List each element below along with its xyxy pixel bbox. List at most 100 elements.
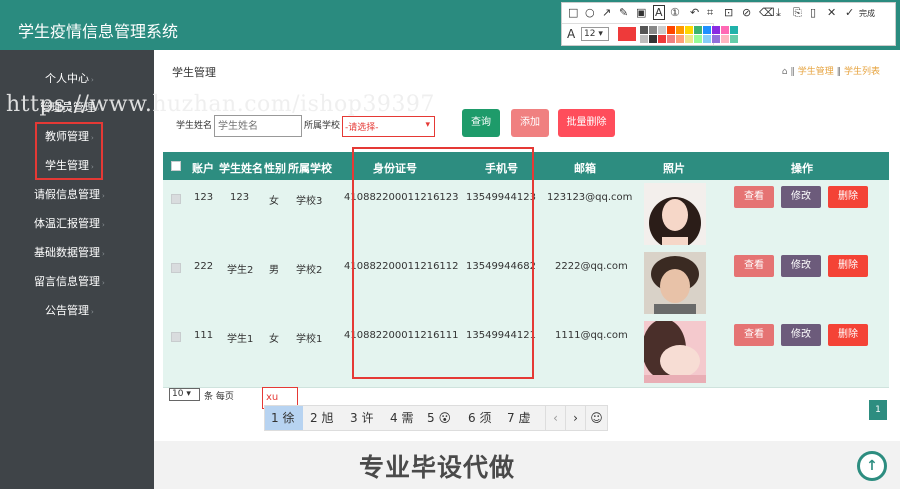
school-filter-select[interactable]: -请选择- ▾ [342,116,435,137]
font-size-select[interactable]: 12 ▾ [581,27,609,41]
ime-candidate[interactable]: 5 😮 [427,406,451,430]
ime-candidate[interactable]: 4 需 [390,406,413,430]
breadcrumb-link-list[interactable]: 学生列表 [844,67,880,77]
breadcrumb-link-students[interactable]: 学生管理 [798,67,834,77]
page-size-value: 10 [172,389,184,399]
sidebar-item-label: 体温汇报管理 [34,217,100,230]
color-swatch[interactable] [694,35,702,43]
sidebar-item-notice[interactable]: 公告管理 › [45,302,94,318]
phone-icon[interactable]: ▯ [810,6,816,19]
batch-delete-button[interactable]: 批量删除 [558,109,615,137]
edit-button[interactable]: 修改 [781,186,821,208]
breadcrumb-sep: ‖ [790,67,795,77]
done-button[interactable]: 完成 [859,8,875,19]
sidebar-item-temperature[interactable]: 体温汇报管理 › [34,215,105,231]
view-button[interactable]: 查看 [734,255,774,277]
cell-account: 222 [194,261,214,272]
row-checkbox[interactable] [171,194,181,204]
per-page-label: 条 每页 [204,392,234,402]
download-icon[interactable]: ⤓ [776,6,781,20]
color-swatch[interactable] [721,26,729,34]
sidebar-item-message[interactable]: 留言信息管理 › [34,273,105,289]
eraser-icon[interactable]: ⌫ [759,6,775,19]
color-swatch[interactable] [649,26,657,34]
color-swatch[interactable] [712,35,720,43]
ime-next-icon[interactable]: › [565,406,585,430]
edit-button[interactable]: 修改 [781,324,821,346]
color-swatch[interactable] [676,26,684,34]
mosaic-icon[interactable]: ▣ [636,6,646,19]
student-photo [644,183,706,245]
name-filter-input[interactable] [214,115,302,137]
color-swatch[interactable] [694,26,702,34]
student-photo [644,321,706,383]
ime-candidate[interactable]: 3 许 [350,406,373,430]
app-title: 学生疫情信息管理系统 [18,22,179,41]
color-swatch[interactable] [712,26,720,34]
view-button[interactable]: 查看 [734,324,774,346]
undo-icon[interactable]: ↶ [690,6,699,19]
rect-icon[interactable]: □ [568,6,578,19]
sidebar-item-basedata[interactable]: 基础数据管理 › [34,244,105,260]
cell-name: 学生1 [227,334,254,345]
step-icon[interactable]: ① [670,6,680,19]
ime-candidate[interactable]: 6 须 [468,406,491,430]
font-size-value: 12 [584,29,596,39]
color-swatch[interactable] [667,26,675,34]
row-checkbox[interactable] [171,263,181,273]
color-swatch[interactable] [685,26,693,34]
page-size-select[interactable]: 10 ▾ [169,388,200,401]
ime-prev-icon[interactable]: ‹ [545,406,565,430]
color-swatch[interactable] [649,35,657,43]
delete-button[interactable]: 删除 [828,186,868,208]
color-swatch[interactable] [667,35,675,43]
color-swatch[interactable] [640,26,648,34]
sidebar-item-label: 留言信息管理 [34,275,100,288]
add-button[interactable]: 添加 [511,109,549,137]
close-icon[interactable]: ✕ [827,6,836,19]
col-account: 账户 [192,162,214,175]
current-color-swatch[interactable] [618,27,636,41]
pin-icon[interactable]: ⊡ [724,6,733,19]
color-swatch[interactable] [658,35,666,43]
home-icon[interactable]: ⌂ [782,67,788,77]
row-checkbox[interactable] [171,332,181,342]
arrow-icon[interactable]: ↗ [602,6,611,19]
color-swatch[interactable] [640,35,648,43]
check-icon[interactable]: ✓ [845,6,854,19]
pen-icon[interactable]: ✎ [619,6,628,19]
current-page-button[interactable]: 1 [869,400,887,420]
crop-icon[interactable]: ⌗ [707,6,713,20]
ime-candidate[interactable]: 2 旭 [310,406,333,430]
sidebar-item-label: 公告管理 [45,304,89,317]
chevron-down-icon: ▾ [425,120,430,130]
select-all-checkbox[interactable] [171,161,181,171]
color-swatch[interactable] [730,35,738,43]
color-swatch[interactable] [658,26,666,34]
copy-icon[interactable]: ⎘ [793,6,802,20]
edit-button[interactable]: 修改 [781,255,821,277]
color-swatch[interactable] [730,26,738,34]
ime-candidate[interactable]: 7 虚 [507,406,530,430]
cell-account: 111 [194,330,214,341]
clear-icon[interactable]: ⊘ [742,6,751,19]
view-button[interactable]: 查看 [734,186,774,208]
text-icon[interactable]: A [653,5,665,20]
color-swatch[interactable] [703,26,711,34]
sidebar-item-personal[interactable]: 个人中心 › [45,70,94,86]
color-swatch[interactable] [703,35,711,43]
chevron-icon: › [102,250,105,258]
query-button[interactable]: 查询 [462,109,500,137]
back-to-top-icon[interactable]: ↑ [857,451,887,481]
sidebar-item-leave[interactable]: 请假信息管理 › [34,186,105,202]
color-swatch[interactable] [721,35,729,43]
circle-icon[interactable]: ○ [585,6,595,19]
color-swatch[interactable] [676,35,684,43]
cell-gender: 女 [269,196,279,207]
ime-emoji-icon[interactable]: ☺ [585,406,607,430]
ime-candidate[interactable]: 1 徐 [265,406,303,430]
student-photo [644,252,706,314]
color-swatch[interactable] [685,35,693,43]
delete-button[interactable]: 删除 [828,255,868,277]
delete-button[interactable]: 删除 [828,324,868,346]
